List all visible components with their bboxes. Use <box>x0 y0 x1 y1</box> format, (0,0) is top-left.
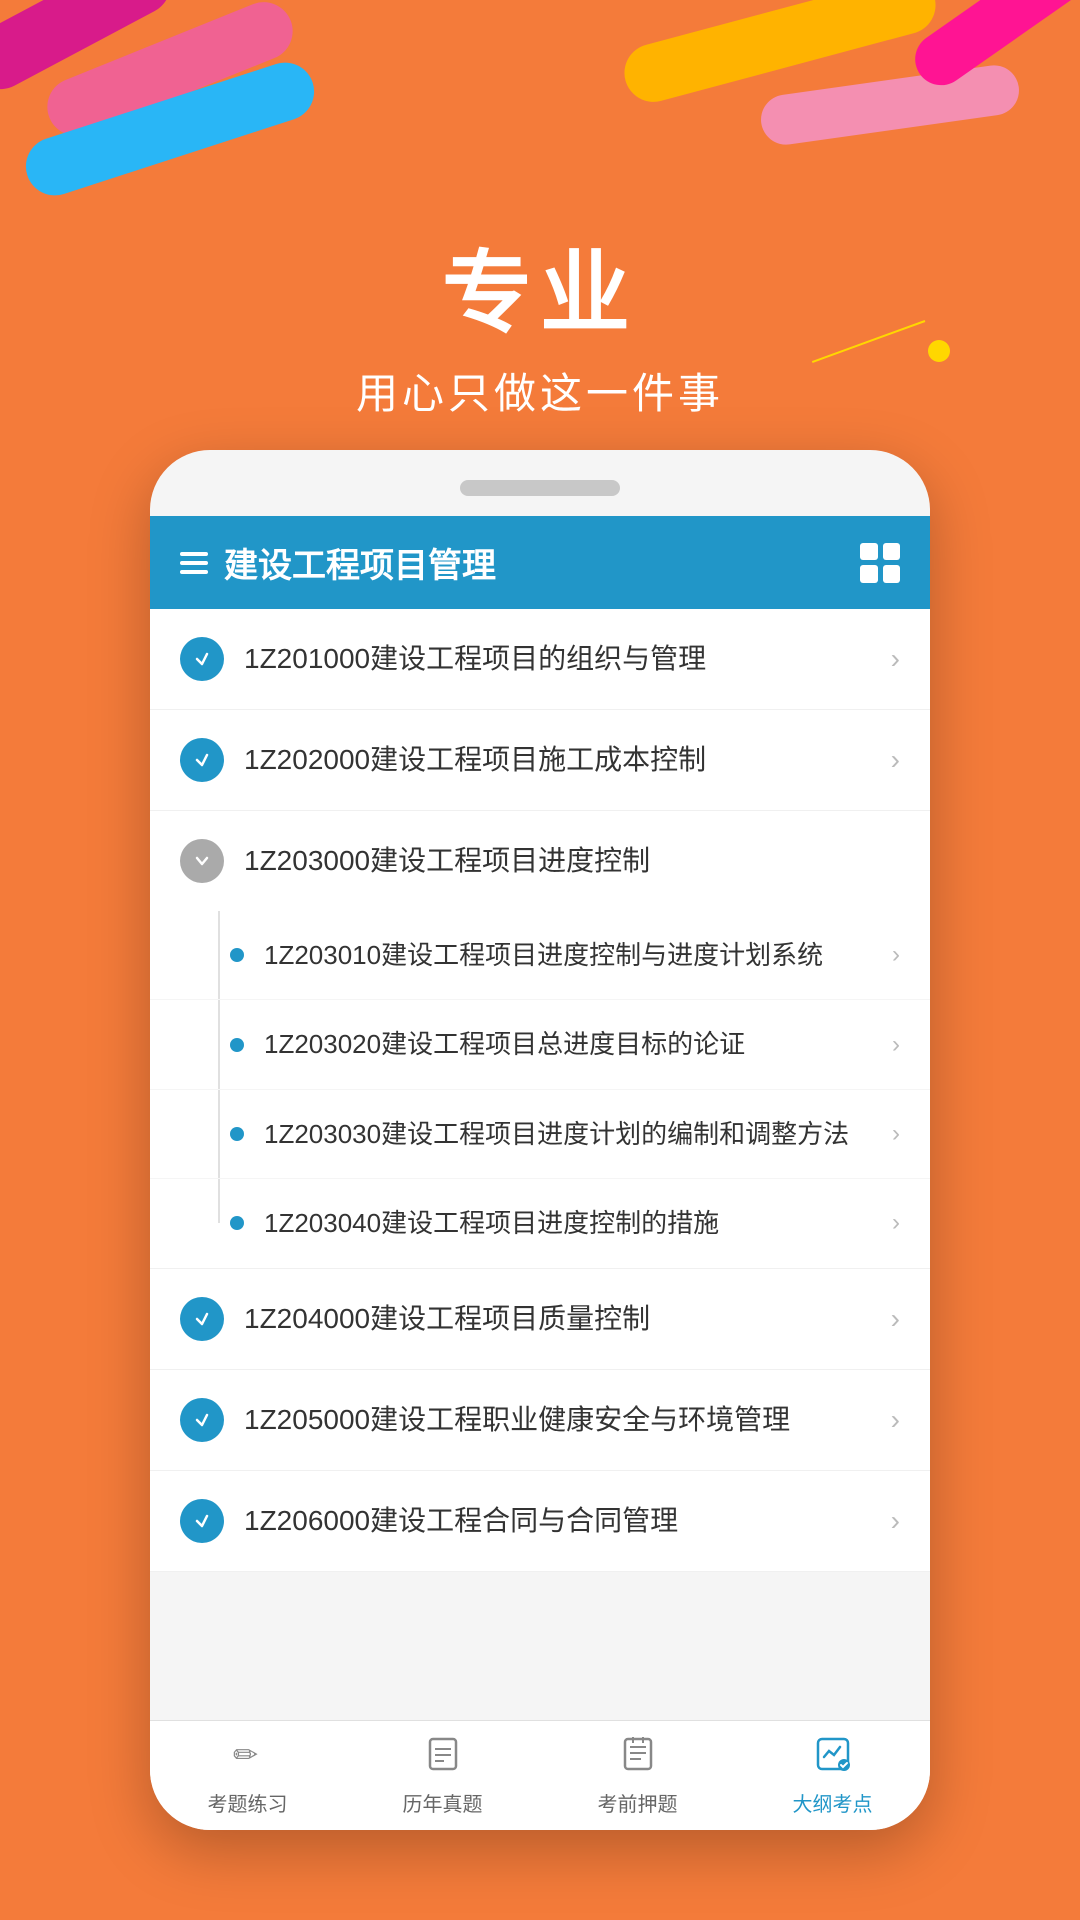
hero-section: 专业 用心只做这一件事 <box>0 220 1080 421</box>
sub-item-4[interactable]: 1Z203040建设工程项目进度控制的措施 › <box>150 1179 930 1267</box>
grid-cell-4 <box>883 565 901 583</box>
sub-item-1-chevron: › <box>892 941 900 969</box>
grid-cell-3 <box>860 565 878 583</box>
nav-icon-2 <box>424 1735 462 1782</box>
item-1-icon <box>180 637 224 681</box>
app-header: 建设工程项目管理 <box>150 516 930 609</box>
grid-cell-2 <box>883 543 901 561</box>
header-left: 建设工程项目管理 <box>180 538 496 587</box>
item-4-chevron: › <box>891 1303 900 1335</box>
sub-item-1[interactable]: 1Z203010建设工程项目进度控制与进度计划系统 › <box>150 911 930 1000</box>
item-2-icon <box>180 738 224 782</box>
list-item-5[interactable]: 1Z205000建设工程职业健康安全与环境管理 › <box>150 1370 930 1471</box>
sub-items-3: 1Z203010建设工程项目进度控制与进度计划系统 › 1Z203020建设工程… <box>150 911 930 1269</box>
sub-item-2[interactable]: 1Z203020建设工程项目总进度目标的论证 › <box>150 1000 930 1089</box>
sub-item-2-text: 1Z203020建设工程项目总进度目标的论证 <box>264 1026 892 1062</box>
list-item-6[interactable]: 1Z206000建设工程合同与合同管理 › <box>150 1471 930 1572</box>
list-item-3[interactable]: 1Z203000建设工程项目进度控制 <box>150 811 930 911</box>
hero-subtitle: 用心只做这一件事 <box>0 360 1080 421</box>
item-4-icon <box>180 1297 224 1341</box>
nav-icon-3 <box>619 1735 657 1782</box>
item-3-text: 1Z203000建设工程项目进度控制 <box>244 841 900 880</box>
item-5-icon <box>180 1398 224 1442</box>
phone-mockup: 建设工程项目管理 1Z201000建设工程项目的组织与管理 › <box>150 450 930 1830</box>
nav-item-3[interactable]: 考前押题 <box>540 1735 735 1817</box>
phone-speaker <box>460 480 620 496</box>
item-6-icon <box>180 1499 224 1543</box>
bottom-nav: ✏ 考题练习 历年真题 <box>150 1720 930 1830</box>
grid-icon[interactable] <box>860 543 900 583</box>
sub-item-3-chevron: › <box>892 1120 900 1148</box>
hero-title: 专业 <box>0 220 1080 350</box>
sub-item-1-text: 1Z203010建设工程项目进度控制与进度计划系统 <box>264 937 892 973</box>
nav-item-2[interactable]: 历年真题 <box>345 1735 540 1817</box>
sub-item-2-chevron: › <box>892 1031 900 1059</box>
item-3-icon <box>180 839 224 883</box>
sub-item-4-text: 1Z203040建设工程项目进度控制的措施 <box>264 1205 892 1241</box>
sub-item-4-chevron: › <box>892 1209 900 1237</box>
item-6-chevron: › <box>891 1505 900 1537</box>
sub-item-3[interactable]: 1Z203030建设工程项目进度计划的编制和调整方法 › <box>150 1090 930 1179</box>
header-title: 建设工程项目管理 <box>224 538 496 587</box>
item-6-text: 1Z206000建设工程合同与合同管理 <box>244 1501 891 1540</box>
item-2-text: 1Z202000建设工程项目施工成本控制 <box>244 740 891 779</box>
item-5-chevron: › <box>891 1404 900 1436</box>
nav-label-3: 考前押题 <box>598 1788 678 1817</box>
item-1-chevron: › <box>891 643 900 675</box>
item-2-chevron: › <box>891 744 900 776</box>
item-1-text: 1Z201000建设工程项目的组织与管理 <box>244 639 891 678</box>
nav-item-1[interactable]: ✏ 考题练习 <box>150 1735 345 1817</box>
sub-item-3-text: 1Z203030建设工程项目进度计划的编制和调整方法 <box>264 1116 892 1152</box>
nav-label-1: 考题练习 <box>208 1788 288 1817</box>
nav-icon-1: ✏ <box>229 1735 267 1782</box>
list-item-2[interactable]: 1Z202000建设工程项目施工成本控制 › <box>150 710 930 811</box>
grid-cell-1 <box>860 543 878 561</box>
menu-icon[interactable] <box>180 552 208 574</box>
list-item-4[interactable]: 1Z204000建设工程项目质量控制 › <box>150 1269 930 1370</box>
app-list: 1Z201000建设工程项目的组织与管理 › 1Z202000建设工程项目施工成… <box>150 609 930 1572</box>
nav-label-4: 大纲考点 <box>793 1788 873 1817</box>
nav-item-4[interactable]: 大纲考点 <box>735 1735 930 1817</box>
svg-text:✏: ✏ <box>233 1739 258 1772</box>
nav-label-2: 历年真题 <box>403 1788 483 1817</box>
item-4-text: 1Z204000建设工程项目质量控制 <box>244 1299 891 1338</box>
nav-icon-4 <box>814 1735 852 1782</box>
list-item-1[interactable]: 1Z201000建设工程项目的组织与管理 › <box>150 609 930 710</box>
item-5-text: 1Z205000建设工程职业健康安全与环境管理 <box>244 1400 891 1439</box>
